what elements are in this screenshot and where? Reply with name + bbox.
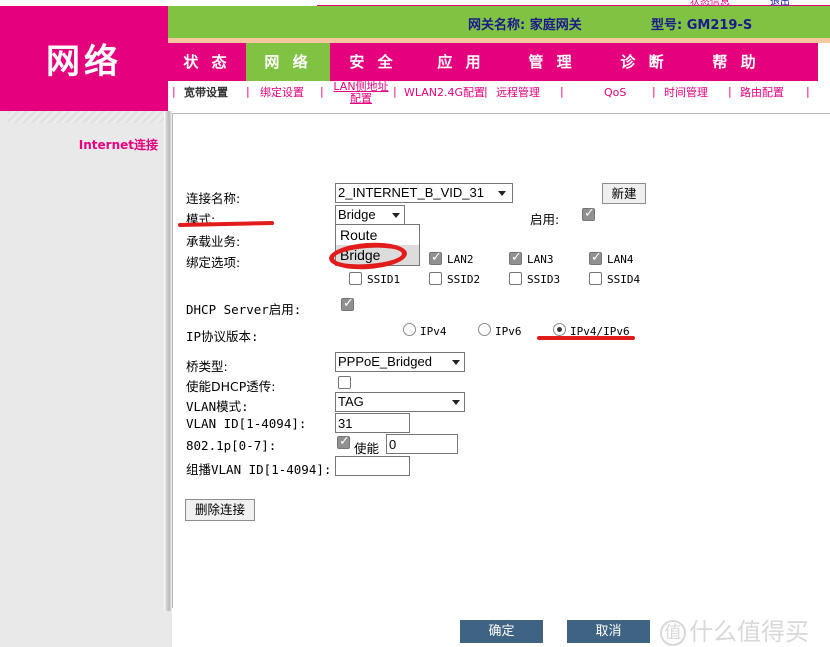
gateway-name-label: 网关名称: <box>468 18 525 33</box>
dot1p-value-input[interactable] <box>386 434 458 454</box>
enable-checkbox[interactable] <box>582 208 595 221</box>
dhcp-transparent-label: 使能DHCP透传: <box>186 376 276 395</box>
annotation-underline-ipv4ipv6 <box>537 336 635 340</box>
ip-version-ipv4-label: IPv4 <box>420 325 447 338</box>
main-nav: 状 态 网 络 安 全 应 用 管 理 诊 断 帮 助 <box>168 43 818 81</box>
nav-item-help[interactable]: 帮 助 <box>690 43 782 81</box>
subnav-item-wlan24g[interactable]: WLAN2.4G配置 <box>404 87 485 99</box>
dhcp-server-checkbox[interactable] <box>341 298 354 311</box>
sidebar: Internet连接 <box>0 111 172 647</box>
bind-ssid3-label: SSID3 <box>527 273 560 286</box>
gateway-model-value: GM219-S <box>687 18 753 33</box>
bind-lan3-checkbox[interactable] <box>509 252 522 265</box>
ip-version-ipv4-radio[interactable] <box>403 323 416 336</box>
subnav-item-qos[interactable]: QoS <box>604 87 626 99</box>
bind-ssid1-label: SSID1 <box>367 273 400 286</box>
sub-nav: | 宽带设置 | 绑定设置 | LAN侧地址配置 | WLAN2.4G配置 | … <box>168 81 830 111</box>
subnav-sep-2: | <box>320 85 324 98</box>
subnav-item-lan-address[interactable]: LAN侧地址配置 <box>330 81 392 105</box>
watermark-icon: 值 <box>660 620 686 646</box>
nav-item-diagnostics[interactable]: 诊 断 <box>598 43 690 81</box>
vlan-id-input[interactable] <box>335 413 410 433</box>
bind-ssid2-checkbox[interactable] <box>429 272 442 285</box>
watermark: 值什么值得买 <box>660 612 809 647</box>
bind-lan4-checkbox[interactable] <box>589 252 602 265</box>
bind-lan4-label: LAN4 <box>607 253 634 266</box>
bind-ssid4-label: SSID4 <box>607 273 640 286</box>
connection-name-label: 连接名称: <box>186 188 240 207</box>
ip-version-label: IP协议版本: <box>186 326 259 345</box>
subnav-sep-3: | <box>393 85 397 98</box>
new-connection-button[interactable]: 新建 <box>602 183 646 204</box>
ok-button[interactable]: 确定 <box>460 620 543 643</box>
sidebar-item-internet-connection[interactable]: Internet连接 <box>0 136 164 153</box>
nav-item-status[interactable]: 状 态 <box>168 43 246 81</box>
vlan-mode-label: VLAN模式: <box>186 396 249 415</box>
bind-lan3-label: LAN3 <box>527 253 554 266</box>
bind-ssid4-checkbox[interactable] <box>589 272 602 285</box>
dot1p-enable-checkbox[interactable] <box>337 436 350 449</box>
ip-version-dual-radio[interactable] <box>553 323 566 336</box>
ip-version-ipv6-label: IPv6 <box>495 325 522 338</box>
vlan-mode-select[interactable]: TAG <box>335 392 465 412</box>
gateway-name-value: 家庭网关 <box>530 18 582 33</box>
nav-right-pad <box>818 43 830 81</box>
subnav-sep-1: | <box>246 85 250 98</box>
subnav-item-binding[interactable]: 绑定设置 <box>260 87 304 99</box>
service-type-label: 承载业务: <box>186 231 240 250</box>
nav-item-application[interactable]: 应 用 <box>416 43 506 81</box>
subnav-sep-7: | <box>728 85 732 98</box>
gateway-header: 网关名称: 家庭网关 型号: GM219-S <box>168 6 830 38</box>
multicast-vlan-id-input[interactable] <box>335 456 410 476</box>
vlan-id-label: VLAN ID[1-4094]: <box>186 416 306 431</box>
subnav-sep-4: | <box>484 85 488 98</box>
subnav-item-broadband[interactable]: 宽带设置 <box>184 87 228 99</box>
subnav-sep-5: | <box>560 85 564 98</box>
subnav-item-time-mgmt[interactable]: 时间管理 <box>664 87 708 99</box>
multicast-vlan-id-label: 组播VLAN ID[1-4094]: <box>186 459 331 478</box>
nav-item-management[interactable]: 管 理 <box>506 43 598 81</box>
dot1p-label: 802.1p[0-7]: <box>186 438 276 453</box>
nav-item-security[interactable]: 安 全 <box>330 43 416 81</box>
bind-lan2-label: LAN2 <box>447 253 474 266</box>
gateway-name: 网关名称: 家庭网关 <box>468 14 582 33</box>
cancel-button[interactable]: 取消 <box>567 620 650 643</box>
content-panel: 连接名称: 2_INTERNET_B_VID_31 新建 模式: Bridge … <box>172 113 830 608</box>
broadband-settings-form: 连接名称: 2_INTERNET_B_VID_31 新建 模式: Bridge … <box>173 114 830 609</box>
bind-options-label: 绑定选项: <box>186 252 240 271</box>
subnav-item-route-config[interactable]: 路由配置 <box>740 87 784 99</box>
bind-ssid1-checkbox[interactable] <box>349 272 362 285</box>
subnav-sep-8: | <box>806 85 810 98</box>
brand-logo-text: 网络 <box>0 34 168 83</box>
dot1p-enable-label: 使能 <box>354 438 379 457</box>
gateway-model: 型号: GM219-S <box>651 14 752 33</box>
ip-version-ipv6-radio[interactable] <box>478 323 491 336</box>
sidebar-texture <box>8 111 172 123</box>
watermark-text: 什么值得买 <box>689 618 809 646</box>
delete-connection-button[interactable]: 删除连接 <box>185 499 255 521</box>
subnav-sep-0: | <box>172 85 176 98</box>
bridge-type-select[interactable]: PPPoE_Bridged <box>335 352 465 372</box>
bind-lan2-checkbox[interactable] <box>429 252 442 265</box>
bind-ssid2-label: SSID2 <box>447 273 480 286</box>
subnav-sep-6: | <box>652 85 656 98</box>
dhcp-server-label: DHCP Server启用: <box>186 299 301 318</box>
mode-select[interactable]: Bridge <box>335 205 405 225</box>
router-config-page: 状态信息 退出 网络 网关名称: 家庭网关 型号: GM219-S 状 态 网 … <box>0 0 830 647</box>
sidebar-scrollbar[interactable] <box>164 111 172 611</box>
connection-name-select[interactable]: 2_INTERNET_B_VID_31 <box>335 183 513 203</box>
gateway-model-label: 型号: <box>651 18 682 33</box>
enable-label: 启用: <box>530 209 559 228</box>
nav-item-network[interactable]: 网 络 <box>246 43 330 81</box>
bind-ssid3-checkbox[interactable] <box>509 272 522 285</box>
subnav-item-remote-mgmt[interactable]: 远程管理 <box>496 87 540 99</box>
brand-panel: 网络 <box>0 6 168 111</box>
dhcp-transparent-checkbox[interactable] <box>338 376 351 389</box>
bridge-type-label: 桥类型: <box>186 356 228 375</box>
